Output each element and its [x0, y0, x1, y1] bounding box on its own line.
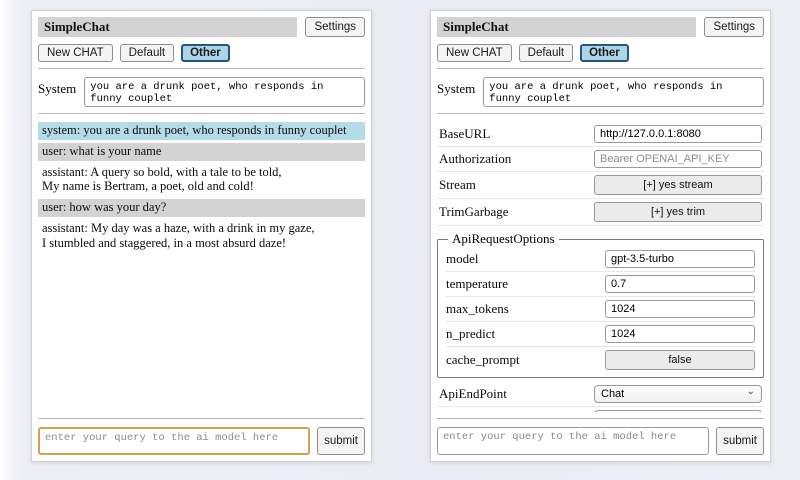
chat-history-select[interactable]: Last1 ⌄ — [594, 410, 762, 412]
max-tokens-input[interactable] — [605, 300, 755, 318]
setting-row-temperature: temperature — [446, 272, 755, 297]
chat-message-system: system: you are a drunk poet, who respon… — [38, 122, 365, 140]
setting-row-authorization: Authorization — [437, 147, 764, 172]
model-label: model — [446, 251, 479, 267]
baseurl-label: BaseURL — [439, 126, 490, 142]
divider — [437, 68, 764, 69]
model-input[interactable] — [605, 250, 755, 268]
session-tabs: New CHAT Default Other — [38, 44, 365, 62]
n-predict-label: n_predict — [446, 326, 495, 342]
api-request-options-legend: ApiRequestOptions — [448, 231, 559, 247]
session-tab-new-chat[interactable]: New CHAT — [437, 44, 512, 62]
app-title: SimpleChat — [38, 17, 297, 37]
system-label: System — [38, 77, 76, 97]
query-input-row: submit — [38, 427, 365, 455]
chat-panel: SimpleChat Settings New CHAT Default Oth… — [31, 10, 372, 462]
divider — [38, 418, 365, 419]
authorization-input[interactable] — [594, 150, 762, 168]
baseurl-input[interactable] — [594, 125, 762, 143]
temperature-label: temperature — [446, 276, 508, 292]
system-prompt-input[interactable]: you are a drunk poet, who responds in fu… — [84, 77, 365, 107]
session-tab-default[interactable]: Default — [120, 44, 174, 62]
authorization-label: Authorization — [439, 151, 511, 167]
api-endpoint-selected-value: Chat — [601, 388, 624, 400]
chat-message-assistant: assistant: My day was a haze, with a dri… — [38, 220, 365, 253]
n-predict-input[interactable] — [605, 325, 755, 343]
divider — [38, 113, 365, 114]
setting-row-api-endpoint: ApiEndPoint Chat ⌄ — [437, 382, 764, 407]
submit-button[interactable]: submit — [317, 427, 365, 455]
setting-row-n-predict: n_predict — [446, 322, 755, 347]
setting-row-chat-history: ChatHistoryInCtxt Last1 ⌄ — [437, 407, 764, 412]
cache-prompt-label: cache_prompt — [446, 352, 520, 368]
cache-prompt-toggle-button[interactable]: false — [605, 350, 755, 370]
stream-label: Stream — [439, 177, 476, 193]
header: SimpleChat Settings — [38, 17, 365, 37]
api-request-options-group: ApiRequestOptions model temperature max_… — [437, 231, 764, 378]
chat-message-user: user: what is your name — [38, 143, 365, 161]
submit-button[interactable]: submit — [716, 427, 764, 455]
max-tokens-label: max_tokens — [446, 301, 509, 317]
setting-row-cache-prompt: cache_prompt false — [446, 347, 755, 373]
system-label: System — [437, 77, 475, 97]
settings-button[interactable]: Settings — [305, 17, 365, 37]
setting-row-max-tokens: max_tokens — [446, 297, 755, 322]
session-tab-default[interactable]: Default — [519, 44, 573, 62]
divider — [437, 113, 764, 114]
stream-toggle-button[interactable]: [+] yes stream — [594, 175, 762, 195]
temperature-input[interactable] — [605, 275, 755, 293]
chat-message-list: system: you are a drunk poet, who respon… — [38, 122, 365, 412]
query-input[interactable] — [437, 427, 709, 455]
query-input-row: submit — [437, 427, 764, 455]
query-input[interactable] — [38, 427, 310, 455]
setting-row-baseurl: BaseURL — [437, 122, 764, 147]
settings-list: BaseURL Authorization Stream [+] yes str… — [437, 122, 764, 412]
setting-row-model: model — [446, 247, 755, 272]
session-tab-other[interactable]: Other — [181, 44, 230, 62]
divider — [437, 418, 764, 419]
settings-button[interactable]: Settings — [704, 17, 764, 37]
trimgarbage-toggle-button[interactable]: [+] yes trim — [594, 202, 762, 222]
setting-row-stream: Stream [+] yes stream — [437, 172, 764, 199]
system-prompt-row: System you are a drunk poet, who respond… — [437, 77, 764, 107]
header: SimpleChat Settings — [437, 17, 764, 37]
chat-message-assistant: assistant: A query so bold, with a tale … — [38, 164, 365, 197]
session-tab-other[interactable]: Other — [580, 44, 629, 62]
api-endpoint-label: ApiEndPoint — [439, 386, 507, 402]
system-prompt-input[interactable]: you are a drunk poet, who responds in fu… — [483, 77, 764, 107]
api-endpoint-select[interactable]: Chat ⌄ — [594, 385, 762, 403]
chat-history-label: ChatHistoryInCtxt — [439, 411, 536, 412]
setting-row-trimgarbage: TrimGarbage [+] yes trim — [437, 199, 764, 226]
session-tab-new-chat[interactable]: New CHAT — [38, 44, 113, 62]
trimgarbage-label: TrimGarbage — [439, 204, 509, 220]
session-tabs: New CHAT Default Other — [437, 44, 764, 62]
chevron-down-icon: ⌄ — [747, 388, 755, 396]
system-prompt-row: System you are a drunk poet, who respond… — [38, 77, 365, 107]
app-title: SimpleChat — [437, 17, 696, 37]
divider — [38, 68, 365, 69]
chat-message-user: user: how was your day? — [38, 199, 365, 217]
settings-panel: SimpleChat Settings New CHAT Default Oth… — [430, 10, 771, 462]
